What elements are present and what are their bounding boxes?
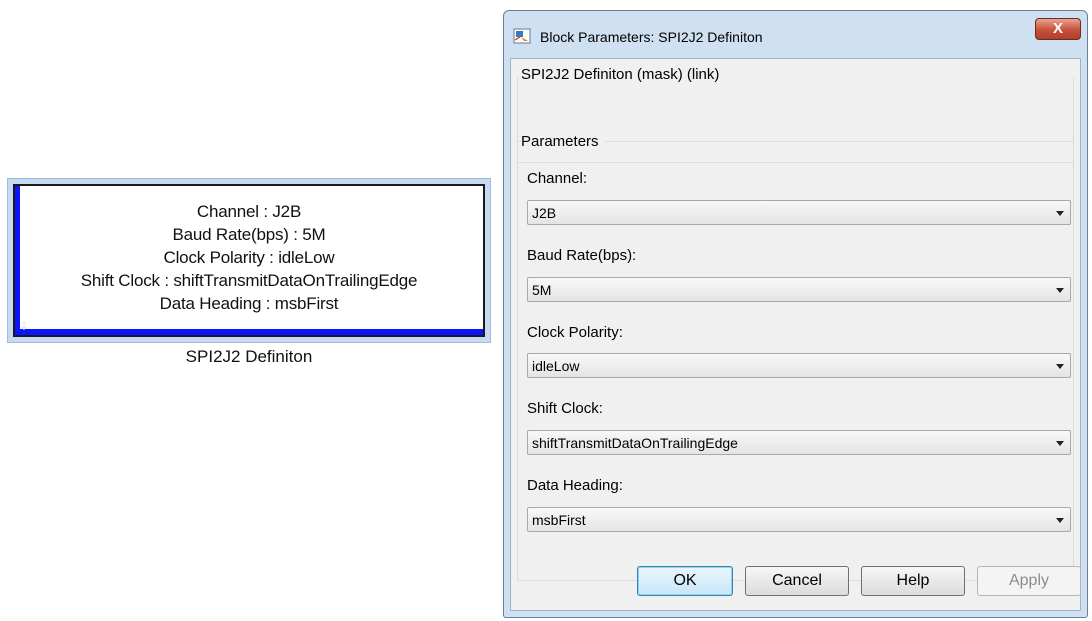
chevron-down-icon bbox=[1056, 441, 1064, 446]
shift-clock-select[interactable]: shiftTransmitDataOnTrailingEdge bbox=[527, 430, 1071, 455]
channel-value: J2B bbox=[532, 205, 557, 221]
data-heading-value: msbFirst bbox=[532, 512, 586, 528]
chevron-down-icon bbox=[1056, 288, 1064, 293]
shift-clock-value: shiftTransmitDataOnTrailingEdge bbox=[532, 435, 738, 451]
help-button[interactable]: Help bbox=[861, 566, 965, 596]
parameters-group-title: Parameters bbox=[521, 133, 605, 150]
baud-rate-value: 5M bbox=[532, 282, 552, 298]
block-line-channel: Channel : J2B bbox=[196, 202, 302, 221]
block-name-caption[interactable]: SPI2J2 Definiton bbox=[7, 347, 491, 367]
chevron-down-icon bbox=[1056, 518, 1064, 523]
data-heading-select[interactable]: msbFirst bbox=[527, 507, 1071, 532]
block-line-data-heading: Data Heading : msbFirst bbox=[159, 294, 339, 313]
clock-polarity-value: idleLow bbox=[532, 358, 580, 374]
close-button[interactable]: X bbox=[1035, 18, 1081, 40]
spi2j2-block[interactable]: ⇩ Channel : J2B Baud Rate(bps) : 5M Cloc… bbox=[13, 184, 485, 337]
block-parameters-dialog: Block Parameters: SPI2J2 Definiton X SPI… bbox=[503, 10, 1088, 618]
input-port-icon: ⇩ bbox=[19, 321, 29, 333]
ok-button[interactable]: OK bbox=[637, 566, 733, 596]
description-title: SPI2J2 Definiton (mask) (link) bbox=[521, 66, 724, 83]
dialog-title: Block Parameters: SPI2J2 Definiton bbox=[540, 29, 763, 45]
block-line-shift-clock: Shift Clock : shiftTransmitDataOnTrailin… bbox=[80, 271, 418, 290]
channel-label: Channel: bbox=[527, 170, 588, 187]
chevron-down-icon bbox=[1056, 364, 1064, 369]
cancel-button[interactable]: Cancel bbox=[745, 566, 849, 596]
block-line-clock-polarity: Clock Polarity : idleLow bbox=[163, 248, 335, 267]
dialog-content: SPI2J2 Definiton (mask) (link) Parameter… bbox=[510, 58, 1081, 611]
dialog-titlebar[interactable]: Block Parameters: SPI2J2 Definiton X bbox=[504, 11, 1087, 57]
baud-rate-select[interactable]: 5M bbox=[527, 277, 1071, 302]
chevron-down-icon bbox=[1056, 211, 1064, 216]
channel-select[interactable]: J2B bbox=[527, 200, 1071, 225]
block-bottom-accent bbox=[15, 329, 483, 335]
clock-polarity-label: Clock Polarity: bbox=[527, 324, 623, 341]
block-parameter-summary: Channel : J2B Baud Rate(bps) : 5M Clock … bbox=[15, 200, 483, 315]
baud-rate-label: Baud Rate(bps): bbox=[527, 247, 637, 264]
shift-clock-label: Shift Clock: bbox=[527, 400, 603, 417]
simulink-block-icon bbox=[513, 28, 531, 44]
clock-polarity-select[interactable]: idleLow bbox=[527, 353, 1071, 378]
apply-button[interactable]: Apply bbox=[977, 566, 1081, 596]
data-heading-label: Data Heading: bbox=[527, 477, 623, 494]
block-line-baud-rate: Baud Rate(bps) : 5M bbox=[172, 225, 326, 244]
block-selection-highlight[interactable]: ⇩ Channel : J2B Baud Rate(bps) : 5M Cloc… bbox=[7, 178, 491, 343]
